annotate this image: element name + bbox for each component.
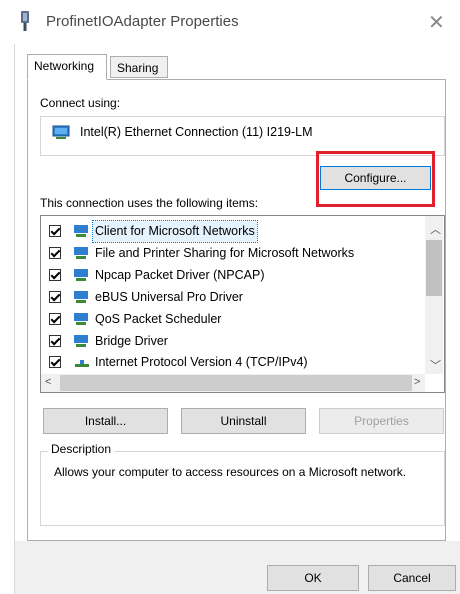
list-item-label: Bridge Driver bbox=[95, 334, 168, 348]
horizontal-scroll-thumb[interactable] bbox=[60, 375, 412, 391]
ok-button[interactable]: OK bbox=[267, 565, 359, 591]
window-title: ProfinetIOAdapter Properties bbox=[46, 13, 239, 30]
tab-networking[interactable]: Networking bbox=[27, 54, 107, 80]
scroll-up-icon[interactable]: ︿ bbox=[430, 221, 441, 237]
vertical-scroll-thumb[interactable] bbox=[426, 240, 442, 296]
install-button[interactable]: Install... bbox=[43, 408, 168, 434]
uninstall-button[interactable]: Uninstall bbox=[181, 408, 306, 434]
checkbox[interactable] bbox=[49, 356, 61, 368]
list-item-label: File and Printer Sharing for Microsoft N… bbox=[95, 246, 355, 260]
items-label: This connection uses the following items… bbox=[40, 196, 259, 210]
list-item-label: Npcap Packet Driver (NPCAP) bbox=[95, 268, 265, 282]
properties-button[interactable]: Properties bbox=[319, 408, 444, 434]
network-protocol-icon bbox=[74, 291, 88, 303]
description-text: Allows your computer to access resources… bbox=[54, 465, 407, 479]
list-item-label: QoS Packet Scheduler bbox=[95, 312, 222, 326]
adapter-name: Intel(R) Ethernet Connection (11) I219-L… bbox=[80, 125, 313, 139]
checkbox[interactable] bbox=[49, 225, 61, 237]
close-button[interactable]: ✕ bbox=[428, 10, 445, 35]
checkbox[interactable] bbox=[49, 247, 61, 259]
description-legend: Description bbox=[48, 442, 115, 456]
tab-sharing[interactable]: Sharing bbox=[110, 56, 168, 78]
items-list[interactable]: Client for Microsoft Networks File and P… bbox=[40, 215, 445, 393]
connect-using-label: Connect using: bbox=[40, 96, 121, 110]
list-item-label: eBUS Universal Pro Driver bbox=[95, 290, 243, 304]
checkbox[interactable] bbox=[49, 335, 61, 347]
network-service-icon bbox=[74, 313, 88, 325]
window-left-border bbox=[14, 44, 15, 594]
checkbox[interactable] bbox=[49, 291, 61, 303]
network-service-icon bbox=[74, 247, 88, 259]
scroll-right-icon[interactable]: > bbox=[414, 376, 420, 388]
description-group bbox=[40, 451, 445, 526]
cancel-button[interactable]: Cancel bbox=[368, 565, 456, 591]
scroll-left-icon[interactable]: < bbox=[45, 376, 51, 388]
network-protocol-icon bbox=[74, 269, 88, 281]
list-item-label: Client for Microsoft Networks bbox=[92, 220, 258, 243]
checkbox[interactable] bbox=[49, 269, 61, 281]
network-adapter-icon bbox=[21, 11, 29, 31]
checkbox[interactable] bbox=[49, 313, 61, 325]
highlight-annotation bbox=[316, 151, 435, 207]
protocol-icon bbox=[75, 360, 89, 367]
network-client-icon bbox=[74, 225, 88, 237]
network-protocol-icon bbox=[74, 335, 88, 347]
network-adapter-icon bbox=[52, 125, 70, 139]
list-item-label: Internet Protocol Version 4 (TCP/IPv4) bbox=[95, 355, 308, 369]
scroll-down-icon[interactable]: ﹀ bbox=[430, 357, 441, 373]
